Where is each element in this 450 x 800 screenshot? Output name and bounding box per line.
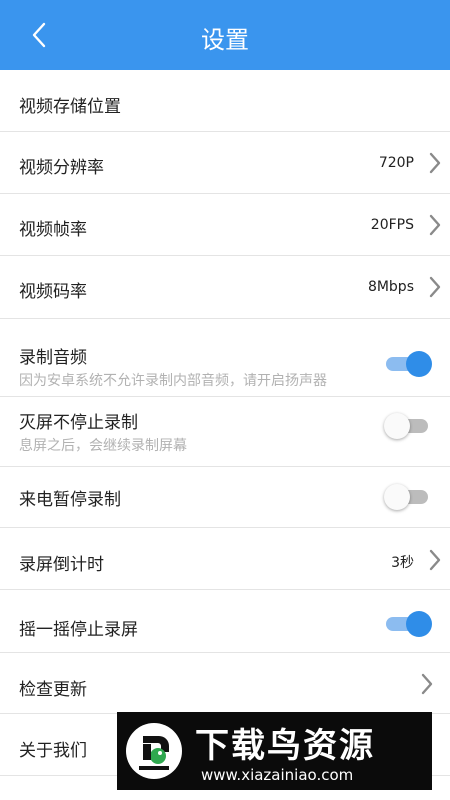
row-record-audio[interactable]: 录制音频 因为安卓系统不允许录制内部音频，请开启扬声器 — [0, 319, 450, 397]
row-label: 视频码率 — [19, 282, 87, 302]
row-value: 8Mbps — [367, 279, 414, 295]
row-label: 检查更新 — [19, 680, 87, 700]
chevron-right-icon — [429, 549, 441, 571]
chevron-right-icon — [429, 276, 441, 298]
row-value: 3秒 — [391, 555, 414, 571]
row-sublabel: 因为安卓系统不允许录制内部音频，请开启扬声器 — [19, 373, 327, 389]
row-value: 720P — [378, 155, 414, 171]
row-video-framerate[interactable]: 视频帧率 20FPS — [0, 194, 450, 256]
row-label: 录制音频 — [19, 348, 87, 368]
row-shake-stop[interactable]: 摇一摇停止录屏 — [0, 590, 450, 653]
chevron-right-icon — [429, 214, 441, 236]
row-video-storage[interactable]: 视频存储位置 — [0, 70, 450, 132]
row-video-bitrate[interactable]: 视频码率 8Mbps — [0, 256, 450, 319]
screen-off-toggle[interactable] — [384, 413, 430, 439]
row-label: 关于我们 — [19, 741, 87, 761]
row-label: 来电暂停录制 — [19, 490, 121, 510]
row-label: 摇一摇停止录屏 — [19, 620, 138, 640]
row-label: 视频存储位置 — [19, 97, 121, 117]
row-label: 录屏倒计时 — [19, 555, 104, 575]
chevron-right-icon — [429, 152, 441, 174]
row-label: 灭屏不停止录制 — [19, 413, 138, 433]
row-label: 视频帧率 — [19, 220, 87, 240]
row-label: 视频分辨率 — [19, 158, 104, 178]
row-value: 20FPS — [370, 217, 414, 233]
row-screen-off[interactable]: 灭屏不停止录制 息屏之后，会继续录制屏幕 — [0, 397, 450, 467]
settings-list: 视频存储位置 视频分辨率 720P 视频帧率 20FPS 视频码率 8Mbps … — [0, 70, 450, 776]
record-audio-toggle[interactable] — [384, 351, 432, 377]
bird-logo-icon — [126, 723, 182, 779]
shake-stop-toggle[interactable] — [384, 611, 432, 637]
page-title: 设置 — [201, 26, 249, 54]
row-call-pause[interactable]: 来电暂停录制 — [0, 467, 450, 528]
row-sublabel: 息屏之后，会继续录制屏幕 — [19, 438, 187, 454]
row-check-update[interactable]: 检查更新 — [0, 653, 450, 714]
row-video-resolution[interactable]: 视频分辨率 720P — [0, 132, 450, 194]
row-countdown[interactable]: 录屏倒计时 3秒 — [0, 528, 450, 590]
app-header: 设置 — [0, 0, 450, 70]
watermark-title: 下载鸟资源 — [195, 726, 375, 766]
call-pause-toggle[interactable] — [384, 484, 430, 510]
watermark-banner: 下载鸟资源 www.xiazainiao.com — [117, 712, 432, 790]
chevron-right-icon — [421, 673, 433, 695]
watermark-url: www.xiazainiao.com — [201, 766, 354, 784]
